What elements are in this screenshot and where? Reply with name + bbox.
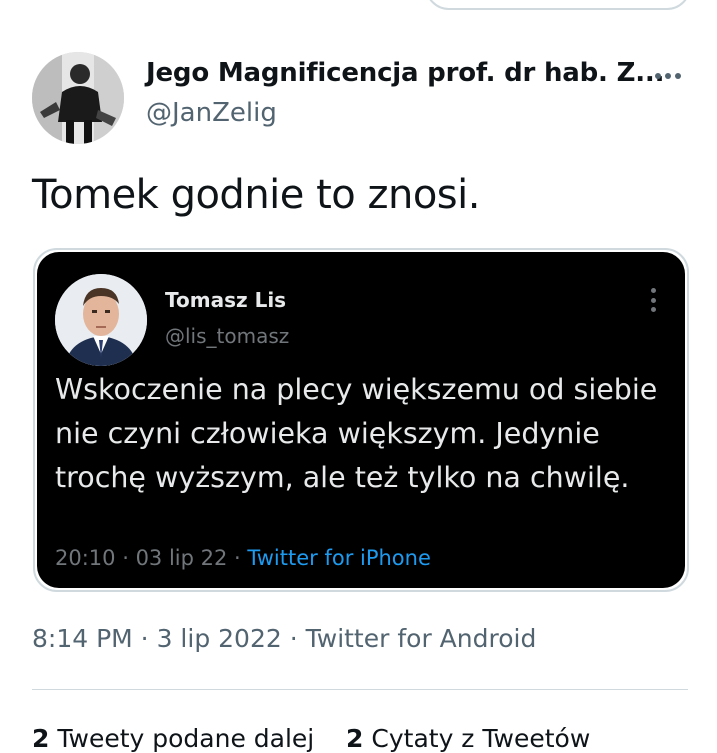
tweet-date[interactable]: 3 lip 2022: [157, 624, 282, 653]
tweet-stats: 2 Tweety podane dalej 2 Cytaty z Tweetów: [32, 724, 590, 753]
tweet-time[interactable]: 8:14 PM: [32, 624, 133, 653]
quoted-separator-1: ·: [115, 546, 136, 570]
follow-button[interactable]: [425, 0, 691, 10]
more-vertical-icon: [649, 288, 657, 312]
quoted-author-avatar: [55, 274, 147, 366]
quoted-author-handle: @lis_tomasz: [165, 324, 290, 348]
author-avatar-image: [32, 52, 124, 144]
tweet-source[interactable]: Twitter for Android: [306, 624, 537, 653]
quotes-count[interactable]: 2: [346, 724, 363, 753]
author-avatar[interactable]: [32, 52, 124, 144]
meta-separator-2: ·: [281, 624, 306, 653]
quoted-tweet-text: Wskoczenie na plecy większemu od siebie …: [55, 373, 658, 494]
author-handle[interactable]: @JanZelig: [146, 98, 277, 128]
quoted-tweet-card[interactable]: Tomasz Lis @lis_tomasz Wskoczenie na ple…: [33, 248, 689, 592]
tweet-meta: 8:14 PM · 3 lip 2022 · Twitter for Andro…: [32, 624, 536, 653]
retweets-count[interactable]: 2: [32, 724, 49, 753]
tweet-text: Tomek godnie to znosi.: [32, 172, 480, 218]
more-horizontal-icon[interactable]: [655, 66, 687, 86]
divider: [32, 689, 688, 690]
quoted-tweet-meta: 20:10 · 03 lip 22 · Twitter for iPhone: [55, 546, 431, 570]
quoted-tweet-screenshot: Tomasz Lis @lis_tomasz Wskoczenie na ple…: [37, 252, 685, 588]
quoted-date: 03 lip 22: [135, 546, 228, 570]
quoted-author-name: Tomasz Lis: [165, 288, 287, 312]
meta-separator-1: ·: [132, 624, 157, 653]
quoted-separator-2: ·: [227, 546, 248, 570]
quotes-label[interactable]: Cytaty z Tweetów: [371, 724, 590, 753]
author-display-name[interactable]: Jego Magnificencja prof. dr hab. Z...: [146, 58, 664, 88]
quoted-source: Twitter for iPhone: [247, 546, 431, 570]
quoted-time: 20:10: [55, 546, 116, 570]
retweets-label[interactable]: Tweety podane dalej: [57, 724, 314, 753]
